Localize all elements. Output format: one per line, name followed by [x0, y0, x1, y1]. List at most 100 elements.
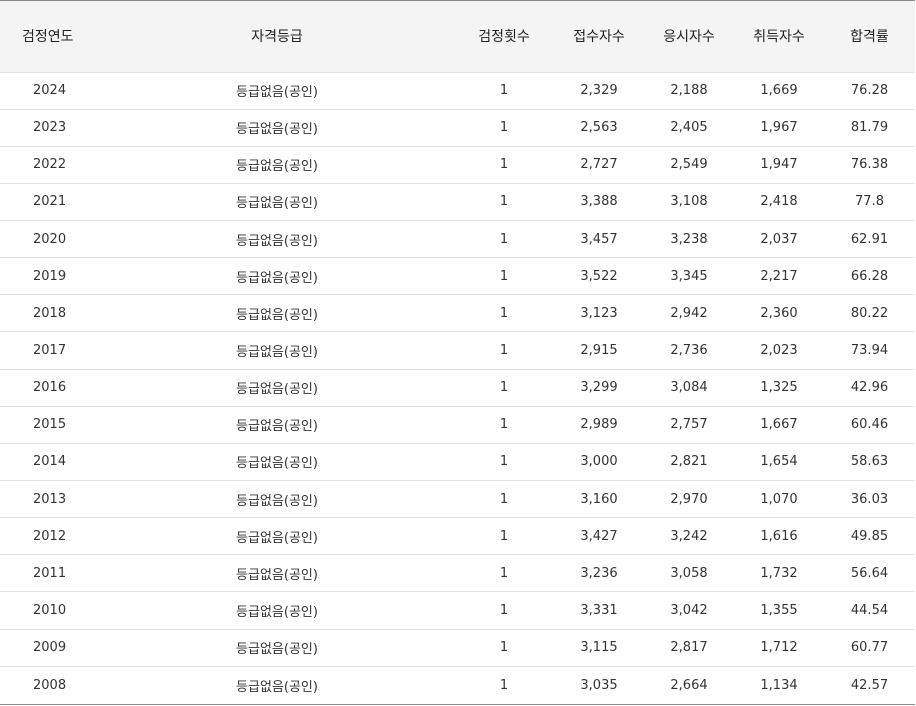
cell-examinees: 2,757: [644, 406, 734, 444]
cell-examinees: 2,970: [644, 480, 734, 519]
cell-pass-rate: 62.91: [824, 220, 915, 259]
cell-examinees: 2,942: [644, 294, 734, 333]
cell-passers: 2,037: [734, 220, 824, 259]
cell-pass-rate: 66.28: [824, 257, 915, 296]
table-row: 2021 등급없음(공인) 1 3,388 3,108 2,418 77.8: [0, 183, 915, 222]
cell-exam-year: 2021: [0, 183, 100, 222]
cell-pass-rate: 42.96: [824, 369, 915, 407]
cell-qualification-grade: 등급없음(공인): [100, 629, 454, 667]
cell-exam-year: 2020: [0, 220, 100, 259]
cell-applicants: 3,000: [554, 443, 644, 482]
cell-exam-count: 1: [454, 629, 554, 667]
table-row: 2015 등급없음(공인) 1 2,989 2,757 1,667 60.46: [0, 406, 915, 444]
cell-qualification-grade: 등급없음(공인): [100, 331, 454, 370]
cell-applicants: 3,236: [554, 554, 644, 593]
cell-exam-count: 1: [454, 257, 554, 296]
table-header: 검정연도 자격등급 검정횟수 접수자수 응시자수 취득자수 합격률: [0, 1, 915, 73]
header-qualification-grade: 자격등급: [100, 1, 454, 73]
table-row: 2009 등급없음(공인) 1 3,115 2,817 1,712 60.77: [0, 629, 915, 667]
table-row: 2013 등급없음(공인) 1 3,160 2,970 1,070 36.03: [0, 480, 915, 519]
table-row: 2019 등급없음(공인) 1 3,522 3,345 2,217 66.28: [0, 257, 915, 296]
cell-examinees: 2,549: [644, 146, 734, 184]
cell-examinees: 2,405: [644, 109, 734, 147]
cell-examinees: 2,664: [670, 677, 708, 693]
cell-qualification-grade: 등급없음(공인): [100, 517, 454, 556]
cell-exam-count: 1: [499, 677, 509, 693]
header-row: 검정연도 자격등급 검정횟수 접수자수 응시자수 취득자수 합격률: [0, 1, 915, 73]
cell-pass-rate: 49.85: [824, 517, 915, 556]
cell-qualification-grade: 등급없음(공인): [236, 679, 318, 695]
cell-pass-rate: 73.94: [824, 331, 915, 370]
cell-qualification-grade: 등급없음(공인): [100, 72, 454, 110]
cell-exam-year: 2018: [0, 294, 100, 333]
cell-examinees: 2,817: [644, 629, 734, 667]
cell-pass-rate: 56.64: [824, 554, 915, 593]
cell-passers: 2,217: [734, 257, 824, 296]
cell-pass-rate: 42.57: [850, 677, 889, 693]
cell-exam-count: 1: [454, 406, 554, 444]
cell-pass-rate: 58.63: [824, 443, 915, 482]
cell-passers: 1,712: [734, 629, 824, 667]
cell-exam-year: 2016: [0, 369, 100, 407]
cell-applicants: 3,123: [554, 294, 644, 333]
cell-pass-rate: 80.22: [824, 294, 915, 333]
exam-statistics-table: 검정연도 자격등급 검정횟수 접수자수 응시자수 취득자수 합격률 2024 등급…: [0, 1, 915, 703]
cell-exam-count: 1: [454, 480, 554, 519]
cell-passers: 1,616: [734, 517, 824, 556]
cell-exam-year: 2015: [0, 406, 100, 444]
cell-examinees: 3,042: [644, 591, 734, 630]
cell-qualification-grade: 등급없음(공인): [100, 369, 454, 407]
cell-passers: 1,070: [734, 480, 824, 519]
cell-exam-count: 1: [454, 72, 554, 110]
cell-qualification-grade: 등급없음(공인): [100, 406, 454, 444]
cell-exam-year: 2022: [0, 146, 100, 184]
cell-exam-year: 2017: [0, 331, 100, 370]
cell-qualification-grade: 등급없음(공인): [100, 443, 454, 482]
cell-pass-rate: 36.03: [824, 480, 915, 519]
cell-examinees: 3,108: [644, 183, 734, 222]
cell-exam-count: 1: [454, 294, 554, 333]
cell-exam-year: 2019: [0, 257, 100, 296]
cell-exam-count: 1: [454, 109, 554, 147]
cell-passers: 1,967: [734, 109, 824, 147]
table-row: 2020 등급없음(공인) 1 3,457 3,238 2,037 62.91: [0, 220, 915, 259]
cell-applicants: 2,329: [554, 72, 644, 110]
table-row: 2023 등급없음(공인) 1 2,563 2,405 1,967 81.79: [0, 109, 915, 147]
cell-applicants: 2,989: [554, 406, 644, 444]
cell-exam-year: 2024: [0, 72, 100, 110]
cell-passers: 1,325: [734, 369, 824, 407]
cell-qualification-grade: 등급없음(공인): [100, 591, 454, 630]
cell-passers: 1,355: [734, 591, 824, 630]
cell-exam-year: 2009: [0, 629, 100, 667]
table-row: 2012 등급없음(공인) 1 3,427 3,242 1,616 49.85: [0, 517, 915, 556]
cell-applicants: 3,035: [580, 677, 618, 693]
cell-exam-year: 2010: [0, 591, 100, 630]
table-row: 2008 등급없음(공인) 1 3,035 2,664 1,134 42.57: [0, 666, 915, 703]
table-row: 2016 등급없음(공인) 1 3,299 3,084 1,325 42.96: [0, 369, 915, 407]
cell-examinees: 2,821: [644, 443, 734, 482]
cell-qualification-grade: 등급없음(공인): [100, 294, 454, 333]
cell-pass-rate: 76.38: [824, 146, 915, 184]
cell-pass-rate: 77.8: [824, 183, 915, 222]
cell-exam-count: 1: [454, 443, 554, 482]
cell-passers: 1,667: [734, 406, 824, 444]
cell-passers: 2,418: [734, 183, 824, 222]
cell-applicants: 3,427: [554, 517, 644, 556]
cell-exam-count: 1: [454, 369, 554, 407]
cell-exam-year: 2014: [0, 443, 100, 482]
cell-passers: 2,023: [734, 331, 824, 370]
cell-pass-rate: 60.46: [824, 406, 915, 444]
cell-pass-rate: 60.77: [824, 629, 915, 667]
exam-statistics-table-container: 검정연도 자격등급 검정횟수 접수자수 응시자수 취득자수 합격률 2024 등급…: [0, 0, 915, 705]
header-exam-year: 검정연도: [0, 1, 100, 73]
table-row: 2022 등급없음(공인) 1 2,727 2,549 1,947 76.38: [0, 146, 915, 184]
cell-exam-count: 1: [454, 554, 554, 593]
cell-applicants: 3,160: [554, 480, 644, 519]
cell-passers: 1,134: [760, 677, 798, 693]
header-applicants: 접수자수: [554, 1, 644, 73]
cell-pass-rate: 81.79: [824, 109, 915, 147]
cell-applicants: 3,115: [554, 629, 644, 667]
cell-exam-year: 2012: [0, 517, 100, 556]
cell-passers: 1,654: [734, 443, 824, 482]
cell-exam-year: 2011: [0, 554, 100, 593]
